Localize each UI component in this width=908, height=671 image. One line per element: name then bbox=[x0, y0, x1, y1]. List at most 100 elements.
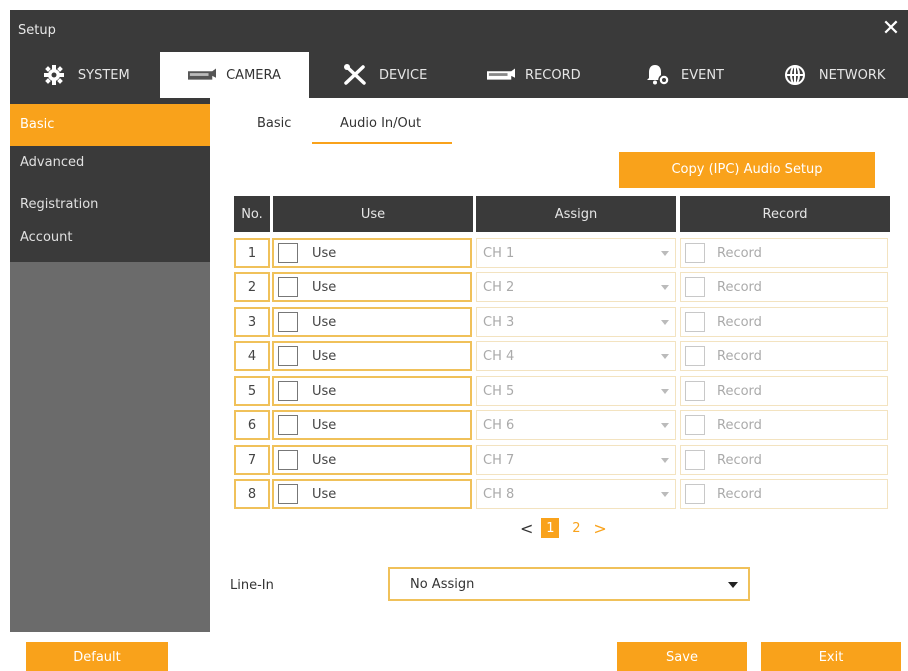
row-number: 3 bbox=[234, 307, 270, 337]
save-button[interactable]: Save bbox=[617, 642, 747, 671]
row-number: 8 bbox=[234, 479, 270, 509]
checkbox-box[interactable] bbox=[685, 415, 705, 435]
checkbox-box[interactable] bbox=[685, 484, 705, 504]
chevron-down-icon bbox=[661, 492, 669, 497]
default-button[interactable]: Default bbox=[26, 642, 168, 671]
use-checkbox[interactable]: Use bbox=[272, 307, 472, 337]
chevron-down-icon bbox=[661, 285, 669, 290]
tab-label: DEVICE bbox=[379, 67, 428, 83]
line-in-select[interactable]: No Assign bbox=[388, 567, 750, 601]
use-checkbox[interactable]: Use bbox=[272, 238, 472, 268]
use-checkbox[interactable]: Use bbox=[272, 410, 472, 440]
window-title: Setup bbox=[18, 23, 56, 38]
record-checkbox[interactable]: Record bbox=[680, 272, 888, 302]
sidebar-menu: Basic Advanced Registration Account bbox=[10, 98, 210, 262]
main-tabs: SYSTEM CAMERA DEVICE RECORD EVENT NETWOR… bbox=[10, 52, 908, 98]
assign-select[interactable]: CH 2 bbox=[476, 272, 676, 302]
row-number: 6 bbox=[234, 410, 270, 440]
record-label: Record bbox=[717, 452, 762, 468]
sidebar-item-advanced[interactable]: Advanced bbox=[10, 142, 210, 184]
use-checkbox[interactable]: Use bbox=[272, 445, 472, 475]
record-checkbox[interactable]: Record bbox=[680, 238, 888, 268]
checkbox-box[interactable] bbox=[685, 312, 705, 332]
record-label: Record bbox=[717, 245, 762, 261]
prev-page-button[interactable]: < bbox=[520, 519, 533, 538]
checkbox-box[interactable] bbox=[685, 277, 705, 297]
line-in-label: Line-In bbox=[230, 578, 274, 593]
checkbox-box[interactable] bbox=[278, 415, 298, 435]
tab-system[interactable]: SYSTEM bbox=[10, 52, 160, 98]
checkbox-box[interactable] bbox=[278, 243, 298, 263]
record-checkbox[interactable]: Record bbox=[680, 445, 888, 475]
assign-value: CH 2 bbox=[483, 279, 515, 295]
use-label: Use bbox=[312, 417, 337, 433]
record-checkbox[interactable]: Record bbox=[680, 479, 888, 509]
row-number: 1 bbox=[234, 238, 270, 268]
checkbox-box[interactable] bbox=[685, 450, 705, 470]
use-label: Use bbox=[312, 452, 337, 468]
checkbox-box[interactable] bbox=[278, 484, 298, 504]
use-checkbox[interactable]: Use bbox=[272, 272, 472, 302]
assign-value: CH 6 bbox=[483, 417, 515, 433]
use-checkbox[interactable]: Use bbox=[272, 341, 472, 371]
checkbox-box[interactable] bbox=[278, 346, 298, 366]
subtab-basic[interactable]: Basic bbox=[257, 116, 291, 131]
record-checkbox[interactable]: Record bbox=[680, 307, 888, 337]
copy-audio-setup-button[interactable]: Copy (IPC) Audio Setup bbox=[619, 152, 875, 188]
use-checkbox[interactable]: Use bbox=[272, 376, 472, 406]
assign-select[interactable]: CH 4 bbox=[476, 341, 676, 371]
tab-record[interactable]: RECORD bbox=[459, 52, 609, 98]
assign-select[interactable]: CH 8 bbox=[476, 479, 676, 509]
title-bar: Setup ✕ bbox=[10, 10, 908, 52]
line-in-value: No Assign bbox=[410, 576, 475, 592]
assign-select[interactable]: CH 7 bbox=[476, 445, 676, 475]
checkbox-box[interactable] bbox=[685, 381, 705, 401]
exit-button[interactable]: Exit bbox=[761, 642, 901, 671]
checkbox-box[interactable] bbox=[685, 243, 705, 263]
next-page-button[interactable]: > bbox=[593, 519, 606, 538]
use-label: Use bbox=[312, 279, 337, 295]
globe-icon bbox=[781, 65, 809, 85]
checkbox-box[interactable] bbox=[278, 277, 298, 297]
tab-device[interactable]: DEVICE bbox=[309, 52, 459, 98]
assign-select[interactable]: CH 1 bbox=[476, 238, 676, 268]
assign-value: CH 4 bbox=[483, 348, 515, 364]
sidebar: Basic Advanced Registration Account bbox=[10, 98, 210, 632]
chevron-down-icon bbox=[661, 389, 669, 394]
tab-label: NETWORK bbox=[818, 67, 886, 83]
column-header-no: No. bbox=[234, 196, 270, 232]
checkbox-box[interactable] bbox=[278, 312, 298, 332]
checkbox-box[interactable] bbox=[278, 450, 298, 470]
subtab-audio-in-out[interactable]: Audio In/Out bbox=[340, 116, 421, 131]
record-checkbox[interactable]: Record bbox=[680, 341, 888, 371]
use-label: Use bbox=[312, 348, 337, 364]
tab-network[interactable]: NETWORK bbox=[758, 52, 908, 98]
chevron-down-icon bbox=[661, 423, 669, 428]
sidebar-item-account[interactable]: Account bbox=[10, 217, 210, 259]
page-1-button[interactable]: 1 bbox=[541, 518, 560, 538]
use-label: Use bbox=[312, 486, 337, 502]
assign-select[interactable]: CH 5 bbox=[476, 376, 676, 406]
tab-event[interactable]: EVENT bbox=[609, 52, 759, 98]
sidebar-item-basic[interactable]: Basic bbox=[10, 104, 210, 146]
page-2-button[interactable]: 2 bbox=[567, 518, 585, 538]
record-label: Record bbox=[717, 279, 762, 295]
column-header-assign: Assign bbox=[476, 196, 676, 232]
chevron-down-icon bbox=[661, 354, 669, 359]
close-icon[interactable]: ✕ bbox=[880, 17, 902, 41]
gear-icon bbox=[40, 65, 68, 85]
assign-select[interactable]: CH 6 bbox=[476, 410, 676, 440]
record-checkbox[interactable]: Record bbox=[680, 410, 888, 440]
record-label: Record bbox=[717, 486, 762, 502]
checkbox-box[interactable] bbox=[685, 346, 705, 366]
row-number: 2 bbox=[234, 272, 270, 302]
checkbox-box[interactable] bbox=[278, 381, 298, 401]
record-checkbox[interactable]: Record bbox=[680, 376, 888, 406]
chevron-down-icon bbox=[661, 320, 669, 325]
use-checkbox[interactable]: Use bbox=[272, 479, 472, 509]
assign-select[interactable]: CH 3 bbox=[476, 307, 676, 337]
use-label: Use bbox=[312, 383, 337, 399]
row-number: 7 bbox=[234, 445, 270, 475]
tab-camera[interactable]: CAMERA bbox=[159, 52, 310, 98]
assign-value: CH 7 bbox=[483, 452, 515, 468]
